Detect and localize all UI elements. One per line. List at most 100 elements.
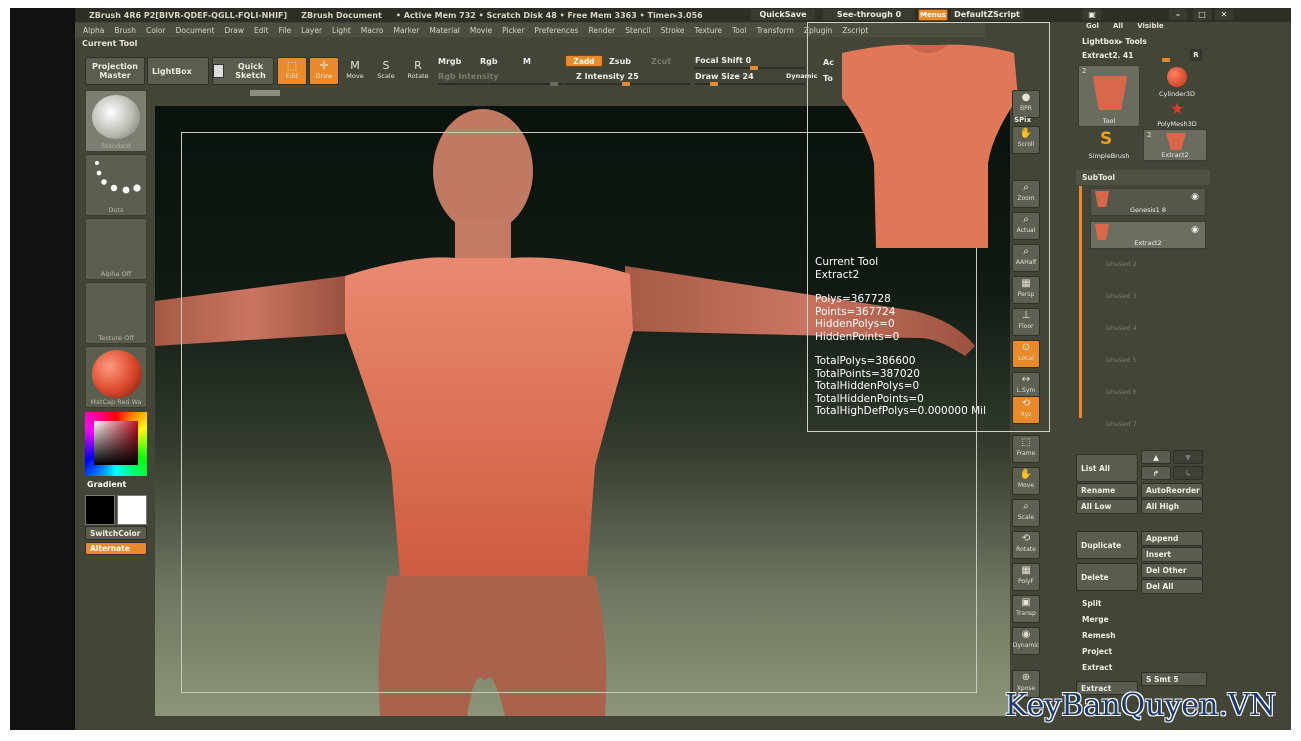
z-intensity-slider[interactable]: Z Intensity 25 [576,72,639,81]
spix-slider[interactable]: SPix [1014,116,1031,124]
subtool-empty-slot[interactable]: Unused 3 [1086,288,1206,303]
bpr-button[interactable]: ● BPR [1012,90,1040,118]
zadd-toggle[interactable]: Zadd [565,55,603,67]
move-down-arrow-icon[interactable]: ▼ [1173,450,1203,464]
menu-alpha[interactable]: Alpha [83,26,104,35]
persp-button[interactable]: ▦ Persp [1012,276,1040,304]
visibility-eye-icon[interactable]: ◉ [1191,192,1199,202]
gradient-label[interactable]: Gradient [87,480,126,489]
quicksave-button[interactable]: QuickSave [750,8,816,21]
alternate-button[interactable]: Alternate [85,542,147,555]
menu-light[interactable]: Light [332,26,351,35]
quick-sketch-button[interactable]: Quick Sketch [212,57,274,85]
menu-stroke[interactable]: Stroke [661,26,685,35]
del-all-button[interactable]: Del All [1141,579,1203,594]
auto-reorder-button[interactable]: AutoReorder [1141,483,1203,498]
menu-file[interactable]: File [279,26,292,35]
projection-master-button[interactable]: Projection Master [85,57,145,85]
lightbox-button[interactable]: LightBox [147,57,209,85]
del-other-button[interactable]: Del Other [1141,563,1203,578]
close-icon[interactable]: ✕ [1214,8,1234,21]
visible-label[interactable]: Visible [1137,22,1163,34]
subtool-scrollbar[interactable] [1079,186,1082,418]
extract2-slot[interactable]: 2 Extract2 [1143,129,1207,161]
current-tool-name[interactable]: Extract2. 41 [1076,48,1191,63]
restore-icon[interactable]: ▣ [1082,8,1102,21]
color-picker[interactable] [85,412,147,476]
list-all-button[interactable]: List All [1076,454,1138,482]
menu-edit[interactable]: Edit [254,26,269,35]
r-button[interactable]: R [1190,49,1202,61]
secondary-color-swatch[interactable] [117,495,147,525]
menu-color[interactable]: Color [146,26,166,35]
subtool-empty-slot[interactable]: Unused 6 [1086,384,1206,399]
delete-button[interactable]: Delete [1076,563,1138,591]
zoom-button[interactable]: ⌕ Zoom [1012,180,1040,208]
rgb-intensity-track[interactable] [438,83,563,85]
actual-button[interactable]: ⌕ Actual [1012,212,1040,240]
draw-size-slider[interactable]: Draw Size 24 [695,72,754,81]
local-button[interactable]: ⊙ Local [1012,340,1040,368]
m-toggle[interactable]: M [523,57,531,66]
mrgb-toggle[interactable]: Mrgb [438,57,461,66]
menu-preferences[interactable]: Preferences [534,26,578,35]
append-button[interactable]: Append [1141,531,1203,546]
draw-size-knob[interactable] [710,82,718,86]
subtool-empty-slot[interactable]: Unused 7 [1086,416,1206,431]
s-smt-slider[interactable]: S Smt 5 [1141,672,1207,686]
move-up-right-icon[interactable]: ↱ [1141,466,1171,480]
rgb-toggle[interactable]: Rgb [480,57,498,66]
rgb-intensity-slider[interactable]: Rgb Intensity [438,72,499,81]
duplicate-button[interactable]: Duplicate [1076,531,1138,559]
cylinder3d-slot[interactable]: Cylinder3D [1143,65,1211,99]
menu-marker[interactable]: Marker [393,26,419,35]
all-high-button[interactable]: All High [1141,499,1203,514]
menu-document[interactable]: Document [176,26,215,35]
subtool-item[interactable]: ◉ Genesis1 8 [1090,188,1206,216]
see-through-slider[interactable]: See-through 0 [822,8,916,21]
menus-button[interactable]: Menus [918,9,948,21]
rotate-button[interactable]: R Rotate [404,57,432,83]
rgb-intensity-knob[interactable] [550,82,558,86]
scale-button[interactable]: ⌕ Scale [1012,499,1040,527]
menu-draw[interactable]: Draw [224,26,244,35]
aahalf-button[interactable]: ⌕ AAHalf [1012,244,1040,272]
insert-button[interactable]: Insert [1141,547,1203,562]
remesh-section[interactable]: Remesh [1076,628,1210,643]
default-zscript-button[interactable]: DefaultZScript [950,8,1024,21]
visibility-eye-icon[interactable]: ◉ [1191,225,1199,235]
menu-layer[interactable]: Layer [301,26,322,35]
floor-button[interactable]: ⊥ Floor [1012,308,1040,336]
alpha-slot[interactable]: Alpha Off [85,218,147,280]
move-button[interactable]: M Move [341,57,369,83]
edit-button[interactable]: ⬚ Edit [277,57,307,85]
menu-material[interactable]: Material [429,26,459,35]
maximize-icon[interactable]: □ [1192,8,1212,21]
frame-button[interactable]: ⬚ Frame [1012,435,1040,463]
brush-slot[interactable]: Standard [85,90,147,152]
stroke-slot[interactable]: Dots [85,154,147,216]
menu-movie[interactable]: Movie [470,26,492,35]
polyf-button[interactable]: ▦ PolyF [1012,563,1040,591]
rename-button[interactable]: Rename [1076,483,1138,498]
tool-slot-current[interactable]: 2 Tool [1078,65,1140,127]
dynamic-button[interactable]: ◉ Dynamic [1012,627,1040,655]
subtool-empty-slot[interactable]: Unused 2 [1086,256,1206,271]
zcut-toggle[interactable]: Zcut [651,57,671,66]
zsub-toggle[interactable]: Zsub [609,57,631,66]
lightbox-tools-header[interactable]: Lightbox▸ Tools [1076,34,1210,49]
rotate-button[interactable]: ⟲ Rotate [1012,531,1040,559]
subtool-empty-slot[interactable]: Unused 5 [1086,352,1206,367]
menu-tool[interactable]: Tool [732,26,747,35]
split-section[interactable]: Split [1076,596,1210,611]
menu-picker[interactable]: Picker [502,26,524,35]
move-down-right-icon[interactable]: ↳ [1173,466,1203,480]
polymesh3d-slot[interactable]: ★ PolyMesh3D [1143,99,1211,129]
gol-label[interactable]: Gol [1086,22,1099,34]
subtool-item[interactable]: ◉ Extract2 [1090,221,1206,249]
simplebrush-slot[interactable]: S SimpleBrush [1078,129,1140,161]
switch-color-button[interactable]: SwitchColor [85,526,147,540]
project-section[interactable]: Project [1076,644,1210,659]
minimize-icon[interactable]: – [1168,8,1188,21]
all-label[interactable]: All [1113,22,1123,34]
